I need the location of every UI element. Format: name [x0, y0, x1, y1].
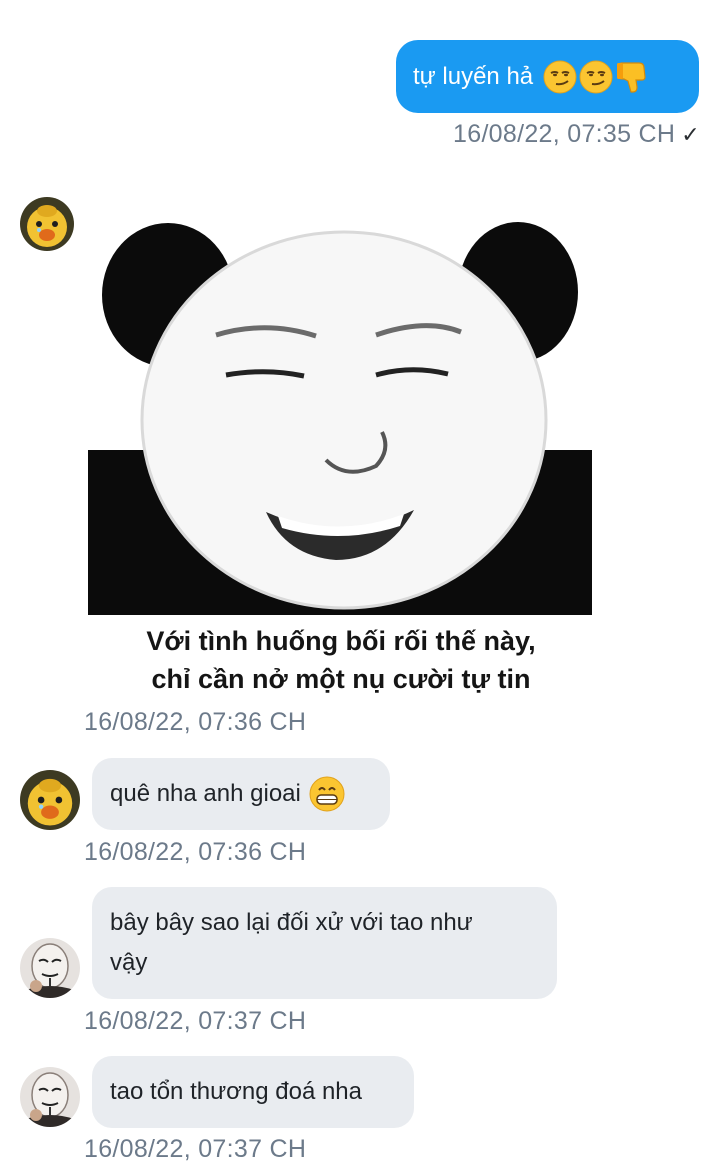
caption-line: chỉ cần nở một nụ cười tự tin — [151, 664, 531, 694]
duck-avatar-icon — [20, 197, 74, 251]
message-timestamp: 16/08/22, 07:35 CH ✓ — [453, 120, 700, 149]
avatar[interactable] — [20, 1067, 80, 1127]
avatar[interactable] — [20, 770, 80, 830]
sent-check-icon: ✓ — [681, 122, 700, 147]
panda-meme-sticker — [86, 200, 596, 620]
smirk-emoji-icon — [543, 60, 577, 93]
grin-emoji-icon — [309, 776, 345, 812]
message-timestamp: 16/08/22, 07:37 CH — [84, 1135, 307, 1163]
incoming-message-bubble[interactable]: bây bây sao lại đối xử với tao như vậy — [92, 887, 557, 999]
smirk-emoji-icon — [579, 60, 613, 93]
avatar[interactable] — [20, 938, 80, 998]
mask-avatar-icon — [20, 938, 80, 998]
mask-avatar-icon — [20, 1067, 80, 1127]
sticker-image[interactable]: Với tình huống bối rối thế này, chỉ cần … — [86, 200, 596, 705]
message-timestamp: 16/08/22, 07:36 CH — [84, 838, 307, 866]
message-text: vậy — [110, 949, 148, 976]
caption-line: Với tình huống bối rối thế này, — [146, 626, 536, 656]
message-timestamp: 16/08/22, 07:36 CH — [84, 708, 307, 736]
message-text: tao tổn thương đoá nha — [110, 1078, 362, 1105]
outgoing-message-bubble[interactable]: tự luyến hả — [396, 40, 699, 113]
emoji-group — [543, 59, 651, 95]
message-timestamp: 16/08/22, 07:37 CH — [84, 1007, 307, 1035]
message-text: tự luyến hả — [413, 62, 534, 90]
message-text: quê nha anh gioai — [110, 780, 301, 807]
duck-avatar-icon — [20, 770, 80, 830]
chat-thread: tự luyến hả 16/08/22, 07:35 CH ✓ Với tìn… — [0, 0, 720, 1163]
incoming-message-bubble[interactable]: quê nha anh gioai — [92, 758, 390, 830]
timestamp-text: 16/08/22, 07:35 CH — [453, 120, 676, 148]
incoming-message-bubble[interactable]: tao tổn thương đoá nha — [92, 1056, 414, 1128]
message-text: bây bây sao lại đối xử với tao như — [110, 909, 473, 936]
avatar[interactable] — [20, 197, 74, 251]
sticker-caption: Với tình huống bối rối thế này, chỉ cần … — [86, 622, 596, 698]
thumbs-down-icon — [617, 61, 646, 93]
